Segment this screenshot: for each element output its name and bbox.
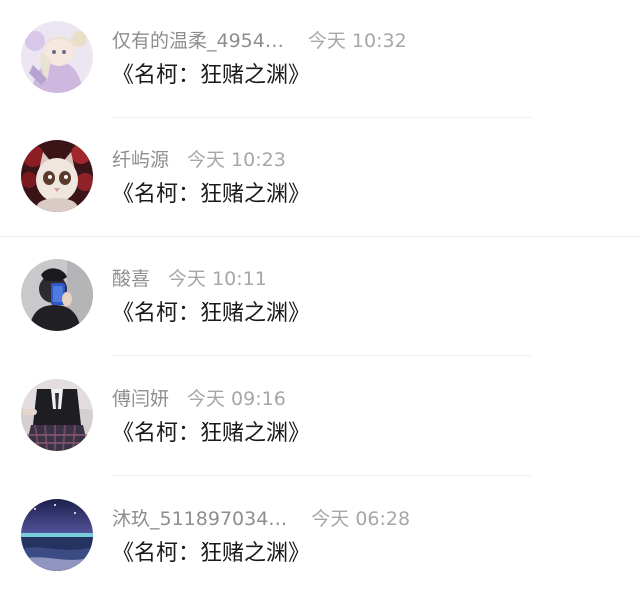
- comment-item[interactable]: 沐玖_511897034… 今天 06:28 《名柯：狂赌之渊》: [0, 478, 640, 598]
- night-sea-avatar-icon: [21, 499, 93, 571]
- timestamp: 今天 06:28: [311, 508, 411, 530]
- username[interactable]: 仅有的温柔_4954…: [112, 28, 284, 54]
- avatar[interactable]: [21, 21, 93, 93]
- avatar[interactable]: [21, 140, 93, 212]
- username[interactable]: 酸喜: [112, 266, 150, 292]
- cat-with-roses-avatar-icon: [21, 140, 93, 212]
- comment-text: 《名柯：狂赌之渊》: [112, 301, 311, 326]
- comment-meta: 酸喜 今天 10:11: [112, 266, 267, 292]
- comment-text: 《名柯：狂赌之渊》: [112, 182, 311, 207]
- comment-text: 《名柯：狂赌之渊》: [112, 421, 311, 446]
- username[interactable]: 纤屿源: [112, 147, 169, 173]
- uniform-girl-avatar-icon: [21, 379, 93, 451]
- username[interactable]: 沐玖_511897034…: [112, 506, 287, 532]
- comment-text: 《名柯：狂赌之渊》: [112, 541, 311, 566]
- divider: [112, 117, 532, 118]
- comment-meta: 仅有的温柔_4954… 今天 10:32: [112, 28, 407, 54]
- timestamp: 今天 10:11: [168, 268, 267, 290]
- avatar[interactable]: [21, 499, 93, 571]
- timestamp: 今天 09:16: [187, 388, 286, 410]
- mirror-selfie-avatar-icon: [21, 259, 93, 331]
- comment-meta: 傅闫妍 今天 09:16: [112, 386, 286, 412]
- comment-meta: 纤屿源 今天 10:23: [112, 147, 286, 173]
- divider: [112, 355, 532, 356]
- avatar[interactable]: [21, 259, 93, 331]
- comment-item[interactable]: 仅有的温柔_4954… 今天 10:32 《名柯：狂赌之渊》: [0, 0, 640, 120]
- comment-meta: 沐玖_511897034… 今天 06:28: [112, 506, 410, 532]
- timestamp: 今天 10:23: [187, 149, 286, 171]
- divider: [0, 236, 640, 237]
- comment-text: 《名柯：狂赌之渊》: [112, 63, 311, 88]
- comment-item[interactable]: 纤屿源 今天 10:23 《名柯：狂赌之渊》: [0, 119, 640, 239]
- timestamp: 今天 10:32: [307, 30, 407, 52]
- anime-girl-avatar-icon: [21, 21, 93, 93]
- comment-item[interactable]: 酸喜 今天 10:11 《名柯：狂赌之渊》: [0, 238, 640, 358]
- comment-list: 仅有的温柔_4954… 今天 10:32 《名柯：狂赌之渊》 纤屿源 今天 10…: [0, 0, 640, 595]
- divider: [112, 475, 532, 476]
- avatar[interactable]: [21, 379, 93, 451]
- comment-item[interactable]: 傅闫妍 今天 09:16 《名柯：狂赌之渊》: [0, 358, 640, 478]
- username[interactable]: 傅闫妍: [112, 386, 169, 412]
